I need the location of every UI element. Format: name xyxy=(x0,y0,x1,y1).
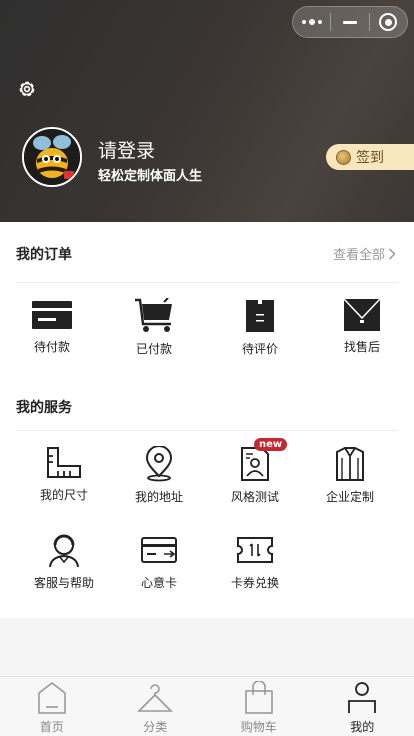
home-icon xyxy=(37,681,66,714)
more-dots-icon[interactable] xyxy=(293,7,330,37)
miniapp-capsule xyxy=(292,6,408,38)
bag-icon xyxy=(244,681,273,714)
headset-agent-icon xyxy=(49,534,79,568)
service-label: 客服与帮助 xyxy=(33,576,94,590)
order-pending-payment[interactable]: 待付款 xyxy=(4,298,100,355)
order-label: 待付款 xyxy=(33,340,70,354)
profile-header: 请登录 轻松定制体面人生 签到 xyxy=(0,0,414,222)
location-pin-icon xyxy=(145,446,173,482)
service-style-test[interactable]: 风格测试 xyxy=(207,446,303,505)
view-all-orders-link[interactable]: 查看全部 xyxy=(333,244,396,263)
view-all-label: 查看全部 xyxy=(332,248,385,263)
service-label: 我的地址 xyxy=(134,490,183,504)
chevron-right-icon xyxy=(388,247,396,260)
service-gift-card[interactable]: 心意卡 xyxy=(111,532,207,591)
shirt-icon xyxy=(336,447,364,481)
cart-icon xyxy=(135,298,172,332)
ticket-icon xyxy=(237,537,273,563)
tab-label: 首页 xyxy=(39,720,64,734)
order-label: 已付款 xyxy=(135,342,172,356)
target-close-icon[interactable] xyxy=(370,7,407,37)
divider xyxy=(16,430,398,431)
tab-label: 分类 xyxy=(143,720,168,734)
service-my-size[interactable]: 我的尺寸 xyxy=(16,446,112,503)
order-after-sales[interactable]: 找售后 xyxy=(314,298,410,355)
service-label: 企业定制 xyxy=(325,490,374,504)
service-enterprise-custom[interactable]: 企业定制 xyxy=(302,446,398,505)
service-customer-help[interactable]: 客服与帮助 xyxy=(16,532,112,591)
hanger-icon xyxy=(137,684,174,712)
ruler-icon xyxy=(47,447,81,478)
tab-home[interactable]: 首页 xyxy=(0,677,104,736)
service-label: 心意卡 xyxy=(140,576,177,590)
order-label: 待评价 xyxy=(241,342,278,356)
services-section-title: 我的服务 xyxy=(16,400,72,416)
sign-in-label: 签到 xyxy=(356,150,384,166)
new-badge: new xyxy=(254,438,288,451)
order-label: 找售后 xyxy=(343,340,380,354)
minus-icon[interactable] xyxy=(331,7,368,37)
slogan-text: 轻松定制体面人生 xyxy=(98,169,203,184)
tab-label: 我的 xyxy=(350,720,375,734)
person-icon xyxy=(348,682,377,713)
service-label: 卡券兑换 xyxy=(230,576,279,590)
card-icon xyxy=(141,537,177,563)
bottom-tab-bar: 首页 分类 购物车 我的 xyxy=(0,676,414,736)
login-prompt[interactable]: 请登录 xyxy=(98,136,155,163)
tab-category[interactable]: 分类 xyxy=(104,677,208,736)
tab-mine[interactable]: 我的 xyxy=(311,677,414,736)
gear-icon[interactable] xyxy=(16,78,38,100)
sign-in-button[interactable]: 签到 xyxy=(326,144,414,170)
service-label: 我的尺寸 xyxy=(39,488,88,502)
shopping-bag-icon xyxy=(246,300,274,332)
coin-icon xyxy=(336,149,351,165)
divider xyxy=(16,282,398,283)
envelope-icon xyxy=(343,298,381,331)
orders-section-title: 我的订单 xyxy=(16,247,72,263)
bee-mascot-avatar[interactable] xyxy=(22,127,82,187)
order-to-review[interactable]: 待评价 xyxy=(212,298,308,357)
tab-label: 购物车 xyxy=(240,720,277,734)
service-coupon-redeem[interactable]: 卡券兑换 xyxy=(207,532,303,591)
service-my-address[interactable]: 我的地址 xyxy=(111,446,207,505)
service-label: 风格测试 xyxy=(230,490,279,504)
style-test-icon xyxy=(241,447,269,481)
wallet-icon xyxy=(32,301,72,329)
tab-cart[interactable]: 购物车 xyxy=(207,677,311,736)
order-paid[interactable]: 已付款 xyxy=(106,298,202,357)
